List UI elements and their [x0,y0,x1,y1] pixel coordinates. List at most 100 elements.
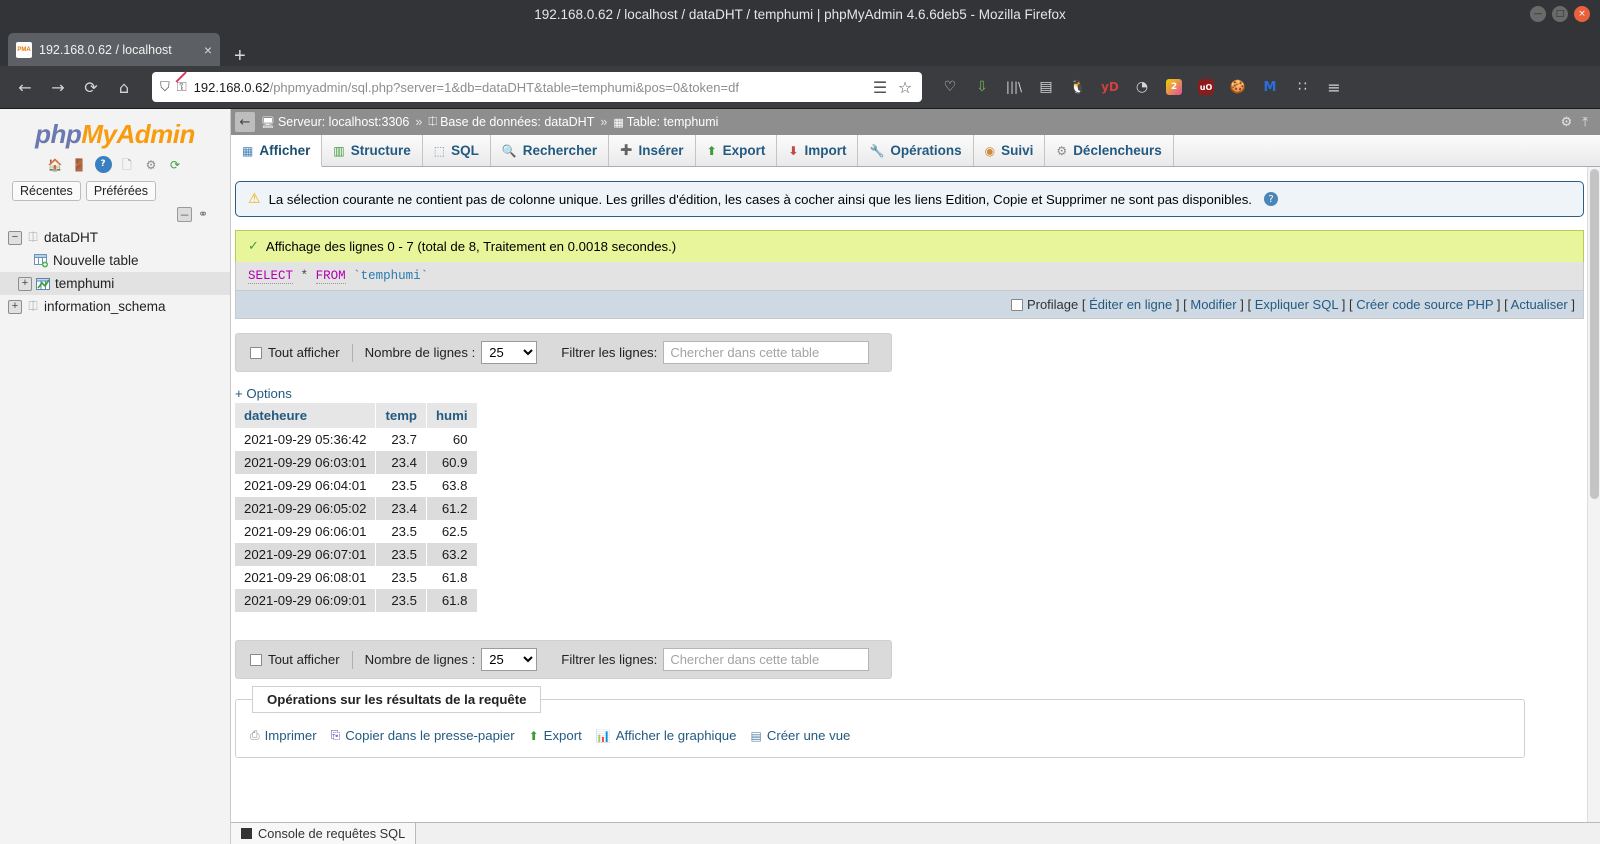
tab-declencheurs[interactable]: ⚙ Déclencheurs [1045,135,1174,166]
tree-item-temphumi[interactable]: + temphumi [0,272,230,295]
breadcrumb-database[interactable]: ⎅ Base de données: dataDHT [428,115,594,129]
recent-tables-button[interactable]: Récentes [12,181,81,201]
column-header-humi[interactable]: humi [426,403,478,428]
tab-rechercher[interactable]: 🔍 Rechercher [491,135,610,166]
print-link[interactable]: ⎙ Imprimer [250,728,317,743]
reload-icon[interactable]: ⟳ [167,156,184,173]
column-header-dateheure[interactable]: dateheure [235,403,377,428]
scrollbar-thumb[interactable] [1590,169,1599,499]
tab-afficher[interactable]: ▦ Afficher [231,135,323,167]
forward-icon[interactable]: → [43,72,73,102]
pocket-icon[interactable]: ♡ [935,73,965,101]
tree-item-datadht[interactable]: − ⎅ dataDHT [0,226,230,249]
minimize-button[interactable]: — [1530,6,1546,22]
edit-inline-link[interactable]: Éditer en ligne [1089,297,1172,312]
tab-inserer[interactable]: ➕ Insérer [609,135,696,166]
explain-sql-link[interactable]: Expliquer SQL [1255,297,1338,312]
page-scrollbar[interactable] [1587,167,1600,844]
two-badge-extension-icon[interactable]: 2 [1159,73,1189,101]
copy-to-clipboard-link[interactable]: ⎘ Copier dans le presse-papier [331,728,515,743]
table-row[interactable]: 2021-09-29 05:36:42 23.7 60 [235,428,478,451]
refresh-link[interactable]: Actualiser [1511,297,1568,312]
collapse-panel-icon[interactable]: ⤒ [1582,115,1588,130]
bookmark-icon[interactable]: ☆ [896,72,914,102]
filter-input[interactable] [663,341,870,364]
options-toggle-link[interactable]: + Options [235,386,1584,401]
modify-link[interactable]: Modifier [1190,297,1236,312]
sql-console-bar[interactable]: Console de requêtes SQL [231,822,1600,844]
breadcrumb-table[interactable]: ▦ Table: temphumi [613,115,718,129]
maximize-button[interactable]: □ [1552,6,1568,22]
help-icon[interactable]: ? [1263,192,1278,206]
back-icon[interactable]: ← [235,112,255,132]
expander-icon[interactable]: + [8,299,22,314]
logout-icon[interactable]: 🚪 [71,156,88,173]
table-row[interactable]: 2021-09-29 06:08:01 23.5 61.8 [235,566,478,589]
back-icon[interactable]: ← [10,72,40,102]
tab-import[interactable]: ⬇ Import [777,135,859,166]
column-header-temp[interactable]: temp [375,403,427,428]
yd-extension-icon[interactable]: yD [1095,73,1125,101]
apps-grid-icon[interactable]: ∷ [1287,73,1317,101]
export-link[interactable]: ⬆ Export [529,728,582,743]
tab-sql[interactable]: ⬚ SQL [423,135,491,166]
rows-count-group: Nombre de lignes : 25 [353,341,550,364]
downloads-icon[interactable]: ⇩ [967,73,997,101]
phpmyadmin-logo[interactable]: phpMyAdmin [0,119,230,150]
expander-icon[interactable]: − [8,230,22,245]
cookie-extension-icon[interactable]: 🍪 [1223,73,1253,101]
link-with-main-panel-icon[interactable]: ⚭ [198,207,208,222]
browser-tab[interactable]: PMA 192.168.0.62 / localhost × [8,33,220,66]
broken-lock-icon[interactable]: ⚿ [177,80,187,95]
table-row[interactable]: 2021-09-29 06:07:01 23.5 63.2 [235,543,478,566]
tree-item-nouvelle-table[interactable]: Nouvelle table [0,249,230,272]
create-php-code-link[interactable]: Créer code source PHP [1356,297,1493,312]
create-view-link[interactable]: ▤ Créer une vue [750,728,850,743]
table-row[interactable]: 2021-09-29 06:05:02 23.4 61.2 [235,497,478,520]
docs-icon[interactable]: 🗋 [119,156,136,173]
malwarebytes-icon[interactable]: M [1255,73,1285,101]
filter-input[interactable] [663,648,870,671]
tree-item-information-schema[interactable]: + ⎅ information_schema [0,295,230,318]
home-icon[interactable]: ⌂ [109,72,139,102]
display-chart-link[interactable]: 📊 Afficher le graphique [596,728,737,743]
menu-icon[interactable]: ≡ [1319,73,1349,101]
new-tab-button[interactable]: + [234,46,246,66]
rows-count-select[interactable]: 25 [481,341,538,364]
settings-gear-icon[interactable]: ⚙ [143,156,160,173]
circle-extension-icon[interactable]: ◔ [1127,73,1157,101]
settings-gear-icon[interactable]: ⚙ [1561,115,1573,130]
sql-query-display[interactable]: SELECT * FROM `temphumi` [235,262,1584,291]
help-icon[interactable]: ? [94,156,112,173]
table-row[interactable]: 2021-09-29 06:06:01 23.5 62.5 [235,520,478,543]
reload-icon[interactable]: ⟳ [76,72,106,102]
close-button[interactable]: × [1574,6,1590,22]
tab-export[interactable]: ⬆ Export [696,135,778,166]
cell-temp: 23.5 [375,566,427,589]
url-bar[interactable]: ⛉ ⚿ 192.168.0.62/phpmyadmin/sql.php?serv… [152,72,922,102]
shield-icon[interactable]: ⛉ [160,80,170,95]
profiling-checkbox[interactable] [1010,299,1023,311]
sql-keyword-select: SELECT [248,269,294,284]
reader-view-icon[interactable]: ☰ [871,72,889,102]
home-icon[interactable]: 🏠 [47,156,64,173]
collapse-all-icon[interactable]: − [176,207,192,222]
ublock-origin-icon[interactable]: uO [1191,73,1221,101]
table-row[interactable]: 2021-09-29 06:04:01 23.5 63.8 [235,474,478,497]
console-tab[interactable]: Console de requêtes SQL [231,823,417,844]
favorite-tables-button[interactable]: Préférées [85,181,157,201]
tab-operations[interactable]: 🔧 Opérations [858,135,974,166]
library-icon[interactable]: |||\ [999,73,1029,101]
tab-suivi[interactable]: ◉ Suivi [974,135,1046,166]
table-row[interactable]: 2021-09-29 06:09:01 23.5 61.8 [235,589,478,612]
tab-structure[interactable]: ▥ Structure [322,135,423,166]
penguin-extension-icon[interactable]: 🐧 [1063,73,1093,101]
show-all-checkbox[interactable] [250,653,262,666]
show-all-checkbox[interactable] [250,346,262,359]
table-row[interactable]: 2021-09-29 06:03:01 23.4 60.9 [235,451,478,474]
sidebar-icon[interactable]: ▤ [1031,73,1061,101]
rows-count-select[interactable]: 25 [481,648,538,671]
breadcrumb-server[interactable]: 🖥 Serveur: localhost:3306 [261,115,409,129]
expander-icon[interactable]: + [18,276,32,291]
close-icon[interactable]: × [204,43,212,57]
